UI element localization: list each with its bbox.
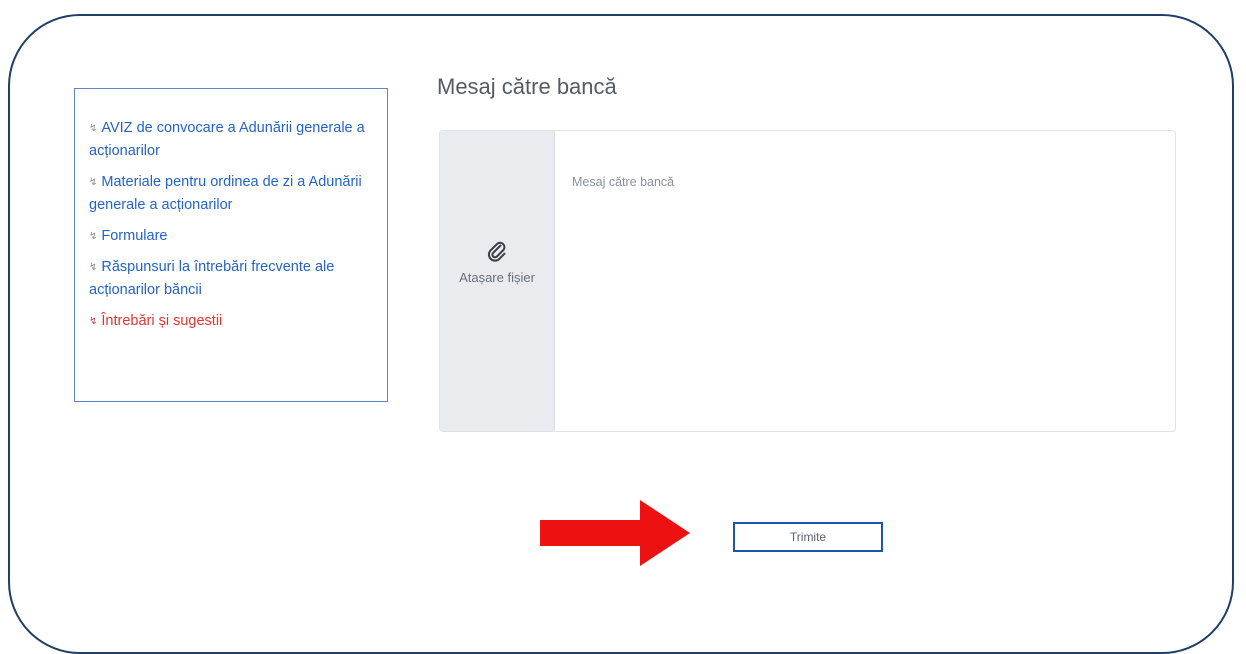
sidebar-list: ↯ AVIZ de convocare a Adunării generale a…	[89, 117, 373, 333]
bullet-icon: ↯	[89, 123, 98, 134]
bullet-icon: ↯	[89, 177, 98, 188]
sidebar-nav: ↯ AVIZ de convocare a Adunării generale a…	[74, 88, 388, 402]
sidebar-item-aviz[interactable]: ↯ AVIZ de convocare a Adunării generale a…	[89, 117, 373, 163]
message-textarea[interactable]	[554, 131, 1175, 431]
sidebar-item-intrebari[interactable]: ↯ Întrebări și sugestii	[89, 310, 373, 333]
sidebar-item-label: Formulare	[101, 228, 168, 244]
sidebar-item-raspunsuri[interactable]: ↯ Răspunsuri la întrebări frecvente ale a…	[89, 256, 373, 302]
attach-file-label: Atașare fișier	[459, 270, 535, 285]
send-button[interactable]: Trimite	[733, 522, 883, 552]
sidebar-item-formulare[interactable]: ↯ Formulare	[89, 225, 373, 248]
sidebar-item-materiale[interactable]: ↯ Materiale pentru ordinea de zi a Adunăr…	[89, 171, 373, 217]
bullet-icon: ↯	[89, 316, 98, 327]
bullet-icon: ↯	[89, 262, 98, 273]
attach-file-button[interactable]: Atașare fișier	[440, 131, 555, 431]
sidebar-item-label: Întrebări și sugestii	[101, 313, 223, 329]
bullet-icon: ↯	[89, 231, 98, 242]
message-form: Atașare fișier	[439, 130, 1176, 432]
sidebar-item-label: Răspunsuri la întrebări frecvente ale ac…	[89, 259, 335, 298]
paperclip-icon	[487, 241, 506, 262]
page-title: Mesaj către bancă	[437, 74, 617, 99]
sidebar-item-label: AVIZ de convocare a Adunării generale a …	[89, 120, 365, 159]
sidebar-item-label: Materiale pentru ordinea de zi a Adunări…	[89, 174, 362, 213]
red-arrow-icon	[540, 500, 690, 566]
